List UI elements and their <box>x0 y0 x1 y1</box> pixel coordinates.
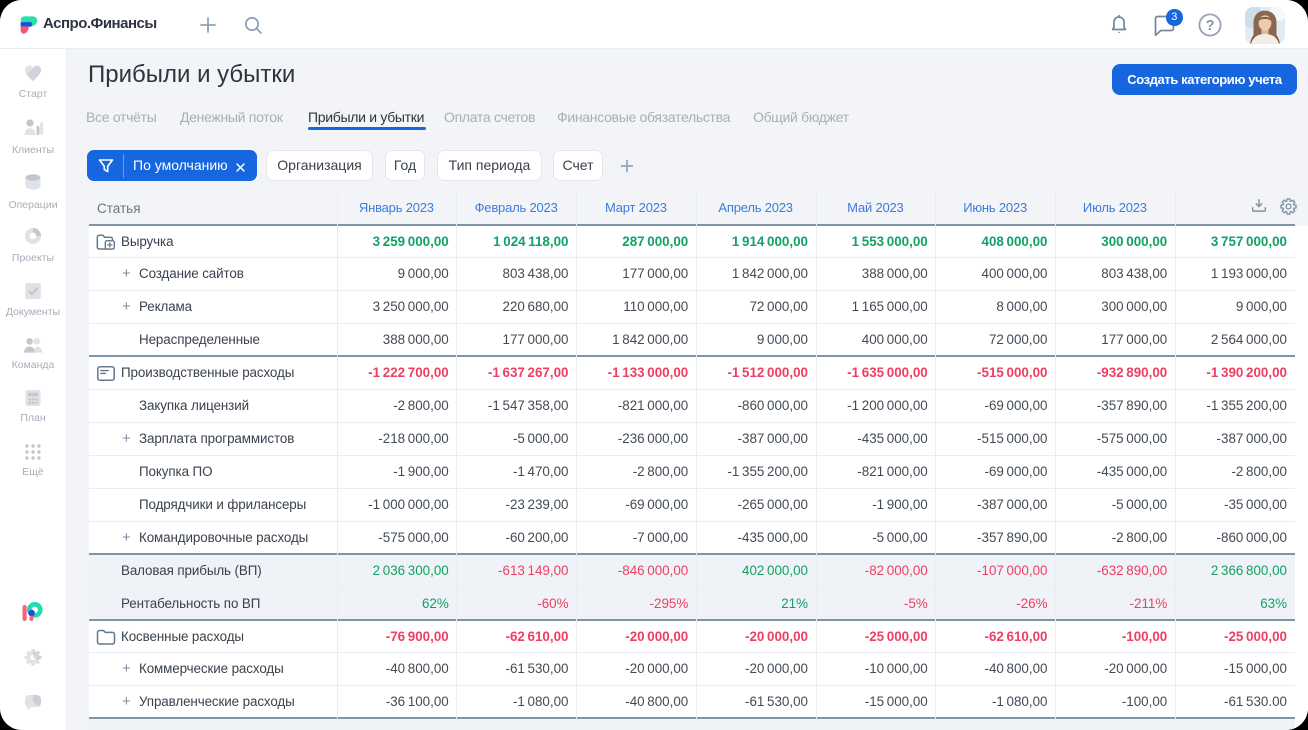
svg-text:?: ? <box>1206 18 1215 34</box>
